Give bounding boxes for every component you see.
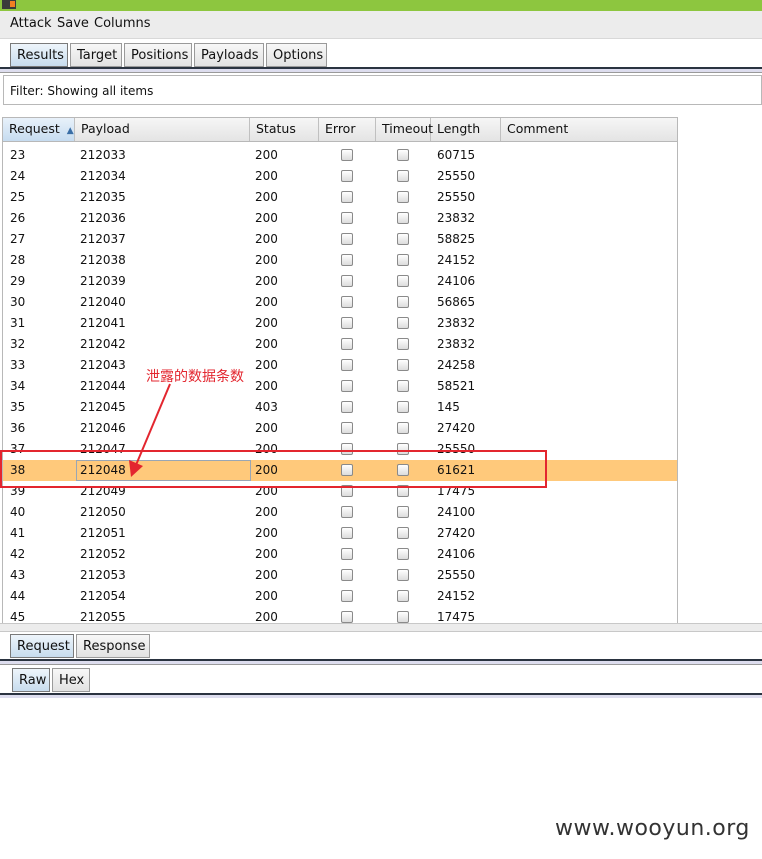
watermark: www.wooyun.org	[555, 816, 750, 841]
annotation-arrow-icon	[129, 383, 171, 477]
annotation-label: 泄露的数据条数	[146, 369, 244, 385]
